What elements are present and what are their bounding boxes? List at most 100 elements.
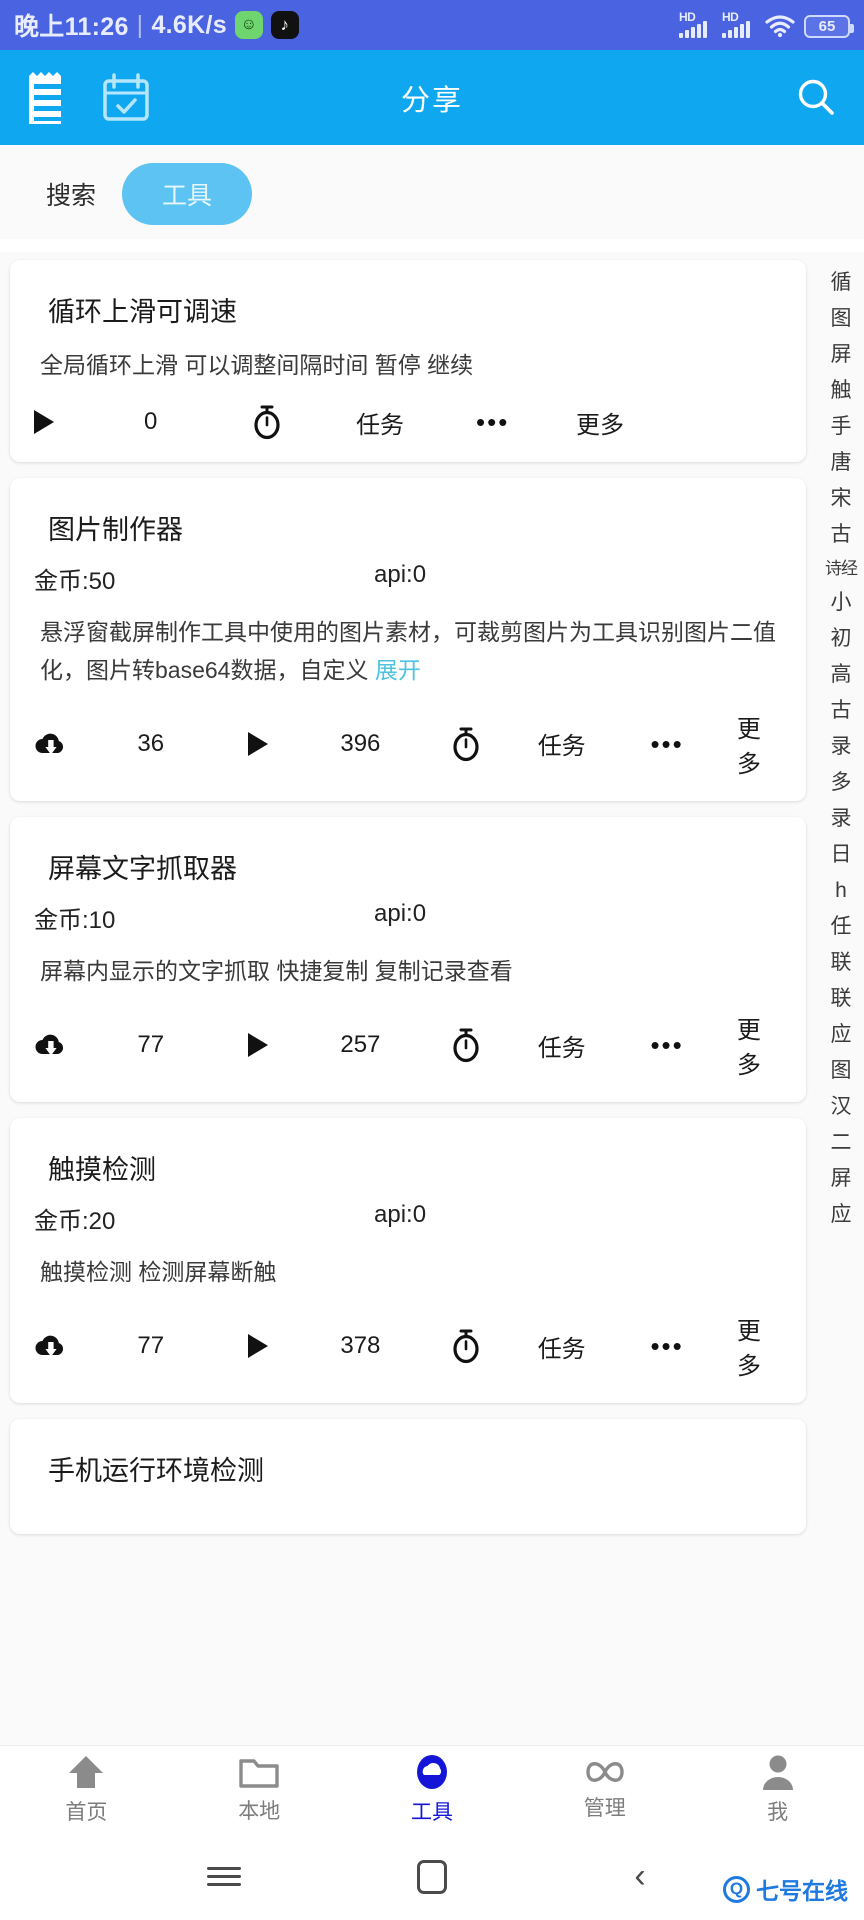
infinity-icon <box>582 1757 628 1787</box>
stopwatch-icon[interactable] <box>451 1328 481 1364</box>
coin-price: 金币:20 <box>34 1208 116 1235</box>
index-letter[interactable]: 录 <box>831 808 852 829</box>
more-options-icon[interactable]: ••• <box>650 1333 736 1359</box>
tool-card[interactable]: 图片制作器 金币:50 api:0 悬浮窗截屏制作工具中使用的图片素材，可裁剪图片为工… <box>10 478 806 801</box>
index-letter[interactable]: 屏 <box>831 1168 852 1189</box>
tool-card-actions: 36 396 任务 ••• 更多 <box>34 709 782 791</box>
index-letter[interactable]: 二 <box>831 1132 852 1153</box>
index-letter[interactable]: 联 <box>831 952 852 973</box>
download-cloud-icon[interactable] <box>34 1030 68 1060</box>
tool-card[interactable]: 触摸检测 金币:20 api:0 触摸检测 检测屏幕断触 77 378 任务 ••• 更多 <box>10 1118 806 1404</box>
tool-card[interactable]: 屏幕文字抓取器 金币:10 api:0 屏幕内显示的文字抓取 快捷复制 复制记录查看 7… <box>10 816 806 1102</box>
api-count: api:0 <box>374 899 427 927</box>
calendar-check-icon[interactable] <box>100 70 152 126</box>
nav-item-工具[interactable]: 工具 <box>346 1753 519 1826</box>
index-letter[interactable]: 古 <box>831 700 852 721</box>
home-icon <box>66 1753 106 1791</box>
play-icon[interactable] <box>248 731 269 756</box>
index-letter[interactable]: 小 <box>831 592 852 613</box>
download-cloud-icon[interactable] <box>34 1331 68 1361</box>
index-letter[interactable]: 屏 <box>831 344 852 365</box>
index-letter[interactable]: 高 <box>831 664 852 685</box>
coin-price: 金币:10 <box>34 906 116 934</box>
tool-list-scroll[interactable]: 循环上滑可调速 全局循环上滑 可以调整间隔时间 暂停 继续 0 任务 ••• 更多 图片制作… <box>0 252 864 1745</box>
play-icon[interactable] <box>248 1334 269 1359</box>
download-action[interactable] <box>34 729 137 759</box>
run-action[interactable] <box>248 1033 340 1057</box>
more-label[interactable]: 更多 <box>737 1010 782 1080</box>
index-letter[interactable]: 应 <box>831 1024 852 1045</box>
task-label[interactable]: 任务 <box>538 1329 651 1364</box>
receipt-list-icon[interactable] <box>22 70 74 126</box>
run-action[interactable] <box>248 731 340 756</box>
nav-item-我[interactable]: 我 <box>691 1753 864 1826</box>
tool-card-title: 触摸检测 <box>48 1155 156 1185</box>
index-letter[interactable]: 日 <box>831 844 852 865</box>
tab-search[interactable]: 搜索 <box>46 176 96 212</box>
description-text: 屏幕内显示的文字抓取 快捷复制 复制记录查看 <box>40 957 513 984</box>
index-letter[interactable]: 循 <box>831 272 852 293</box>
more-label[interactable]: 更多 <box>576 405 624 440</box>
index-letter[interactable]: 汉 <box>831 1096 852 1117</box>
description-text: 触摸检测 检测屏幕断触 <box>40 1259 277 1285</box>
api-count: api:0 <box>374 561 427 589</box>
more-options-icon[interactable]: ••• <box>476 409 576 435</box>
alphabet-index-bar[interactable]: 循图屏触手唐宋古诗经小初高古录多录日 h 任联联应图汉二屏应 <box>818 252 864 1745</box>
index-letter[interactable]: 录 <box>831 736 852 757</box>
stopwatch-icon[interactable] <box>252 404 282 440</box>
index-letter[interactable]: 手 <box>831 416 852 437</box>
tab-tools[interactable]: 工具 <box>122 163 253 225</box>
more-options-icon[interactable]: ••• <box>650 1032 736 1058</box>
tool-card[interactable]: 循环上滑可调速 全局循环上滑 可以调整间隔时间 暂停 继续 0 任务 ••• 更多 <box>10 260 806 463</box>
hamburger-recents-icon[interactable] <box>194 1852 254 1902</box>
nav-item-管理[interactable]: 管理 <box>518 1757 691 1822</box>
index-letter[interactable]: 多 <box>831 772 852 793</box>
tool-card-title: 手机运行环境检测 <box>48 1456 264 1487</box>
timer-action[interactable] <box>451 1027 537 1063</box>
run-action[interactable] <box>248 1334 340 1359</box>
tool-card[interactable]: 手机运行环境检测 <box>10 1419 806 1535</box>
index-letter[interactable]: 诗经 <box>825 560 858 577</box>
more-label[interactable]: 更多 <box>737 1311 782 1381</box>
index-letter[interactable]: 唐 <box>831 452 852 473</box>
timer-action[interactable] <box>451 1328 537 1364</box>
stopwatch-icon[interactable] <box>451 1027 481 1063</box>
timer-action[interactable] <box>451 726 537 762</box>
nav-item-首页[interactable]: 首页 <box>0 1753 173 1826</box>
timer-action[interactable] <box>252 404 356 440</box>
download-action[interactable] <box>34 1331 137 1361</box>
index-letter[interactable]: 图 <box>831 1060 852 1081</box>
index-letter[interactable]: 初 <box>831 628 852 649</box>
description-text: 全局循环上滑 可以调整间隔时间 暂停 继续 <box>40 352 474 378</box>
index-letter[interactable]: 任 <box>831 916 852 937</box>
index-letter[interactable]: 图 <box>831 308 852 329</box>
run-action[interactable] <box>34 410 144 435</box>
back-chevron-icon[interactable]: ‹ <box>610 1852 670 1902</box>
search-icon[interactable] <box>790 72 842 124</box>
signal-icon-1: HD <box>679 10 713 38</box>
person-icon <box>760 1753 796 1791</box>
task-label[interactable]: 任务 <box>538 726 651 761</box>
nav-label: 首页 <box>65 1801 108 1824</box>
index-letter[interactable]: 宋 <box>831 488 852 509</box>
download-cloud-icon[interactable] <box>34 729 68 759</box>
task-label[interactable]: 任务 <box>538 1028 651 1063</box>
play-icon[interactable] <box>34 410 54 435</box>
index-letter[interactable]: h <box>835 880 847 901</box>
play-icon[interactable] <box>248 1033 269 1057</box>
tool-card-actions: 0 任务 ••• 更多 <box>34 404 782 452</box>
nav-label: 工具 <box>410 1801 453 1824</box>
index-letter[interactable]: 古 <box>831 524 852 545</box>
more-label[interactable]: 更多 <box>737 709 782 779</box>
index-letter[interactable]: 触 <box>831 380 852 401</box>
download-action[interactable] <box>34 1030 137 1060</box>
task-label[interactable]: 任务 <box>356 405 476 440</box>
tool-card-description: 悬浮窗截屏制作工具中使用的图片素材，可裁剪图片为工具识别图片二值化，图片转bas… <box>40 614 782 689</box>
expand-link[interactable]: 展开 <box>375 657 421 683</box>
index-letter[interactable]: 应 <box>831 1204 852 1225</box>
nav-item-本地[interactable]: 本地 <box>173 1754 346 1825</box>
home-square-icon[interactable] <box>402 1852 462 1902</box>
more-options-icon[interactable]: ••• <box>650 731 736 757</box>
stopwatch-icon[interactable] <box>451 726 481 762</box>
index-letter[interactable]: 联 <box>831 988 852 1009</box>
